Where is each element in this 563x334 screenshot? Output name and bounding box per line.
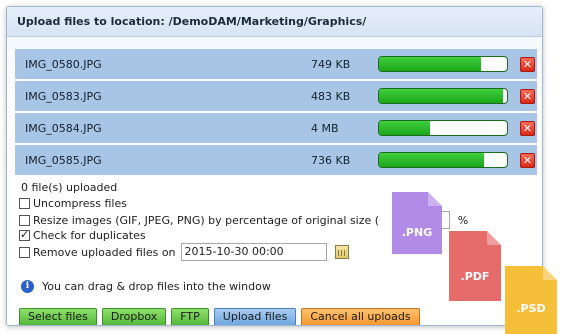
remove-on-label: Remove uploaded files on [33, 245, 176, 259]
progress-fill [379, 153, 484, 167]
resize-unit: % [457, 213, 469, 227]
remove-on-date-input[interactable]: 2015-10-30 00:00 [180, 243, 327, 261]
pdf-file-corner [487, 231, 501, 245]
info-icon: i [21, 280, 34, 293]
file-row: IMG_0583.JPG 483 KB ✕ [15, 81, 537, 111]
duplicates-checkbox[interactable] [19, 228, 30, 241]
file-size: 749 KB [311, 57, 351, 71]
pdf-file-label: .PDF [461, 270, 490, 283]
duplicates-label: Check for duplicates [33, 229, 146, 242]
action-buttons: Select files Dropbox FTP Upload files Ca… [19, 308, 425, 325]
progress-fill [379, 89, 504, 103]
upload-status: 0 file(s) uploaded [21, 181, 118, 194]
ftp-button[interactable]: FTP [171, 308, 209, 325]
upload-progress-bar [378, 88, 508, 104]
progress-fill [379, 121, 431, 135]
duplicates-option: Check for duplicates [19, 228, 146, 242]
psd-file-label: .PSD [516, 302, 545, 315]
png-file-corner [428, 192, 442, 206]
remove-file-button[interactable]: ✕ [520, 88, 535, 104]
uncompress-checkbox[interactable] [19, 198, 30, 209]
drag-drop-text: You can drag & drop files into the windo… [42, 280, 271, 293]
file-row: IMG_0580.JPG 749 KB ✕ [15, 49, 537, 79]
file-name: IMG_0580.JPG [25, 57, 102, 71]
upload-progress-bar [378, 56, 508, 72]
remove-on-option: Remove uploaded files on 2015-10-30 00:0… [19, 243, 349, 261]
remove-on-checkbox[interactable] [19, 246, 30, 258]
upload-progress-bar [378, 120, 508, 136]
file-row: IMG_0584.JPG 4 MB ✕ [15, 113, 537, 143]
file-size: 483 KB [311, 89, 351, 103]
dialog-title: Upload files to location: /DemoDAM/Marke… [7, 7, 542, 37]
uncompress-option: Uncompress files [19, 197, 127, 210]
file-list: IMG_0580.JPG 749 KB ✕ IMG_0583.JPG 483 K… [15, 49, 537, 177]
uncompress-label: Uncompress files [33, 197, 127, 210]
file-size: 4 MB [311, 121, 339, 135]
select-files-button[interactable]: Select files [19, 308, 97, 325]
file-size: 736 KB [311, 153, 351, 167]
upload-progress-bar [378, 152, 508, 168]
png-file-label: .PNG [402, 226, 432, 239]
remove-file-button[interactable]: ✕ [520, 120, 535, 136]
upload-files-button[interactable]: Upload files [213, 308, 297, 325]
resize-label: Resize images (GIF, JPEG, PNG) by percen… [33, 213, 380, 227]
progress-fill [379, 57, 482, 71]
png-file-icon: .PNG [392, 192, 442, 254]
file-name: IMG_0585.JPG [25, 153, 102, 167]
remove-file-button[interactable]: ✕ [520, 152, 535, 168]
calendar-icon[interactable] [334, 245, 349, 259]
psd-file-icon: .PSD [505, 266, 557, 334]
pdf-file-icon: .PDF [449, 231, 501, 301]
drag-drop-info: i You can drag & drop files into the win… [21, 280, 271, 293]
dropbox-button[interactable]: Dropbox [101, 308, 167, 325]
file-row: IMG_0585.JPG 736 KB ✕ [15, 145, 537, 175]
cancel-all-uploads-button[interactable]: Cancel all uploads [301, 308, 420, 325]
remove-file-button[interactable]: ✕ [520, 56, 535, 72]
file-name: IMG_0583.JPG [25, 89, 102, 103]
resize-checkbox[interactable] [19, 214, 30, 226]
file-name: IMG_0584.JPG [25, 121, 102, 135]
psd-file-corner [543, 266, 557, 280]
